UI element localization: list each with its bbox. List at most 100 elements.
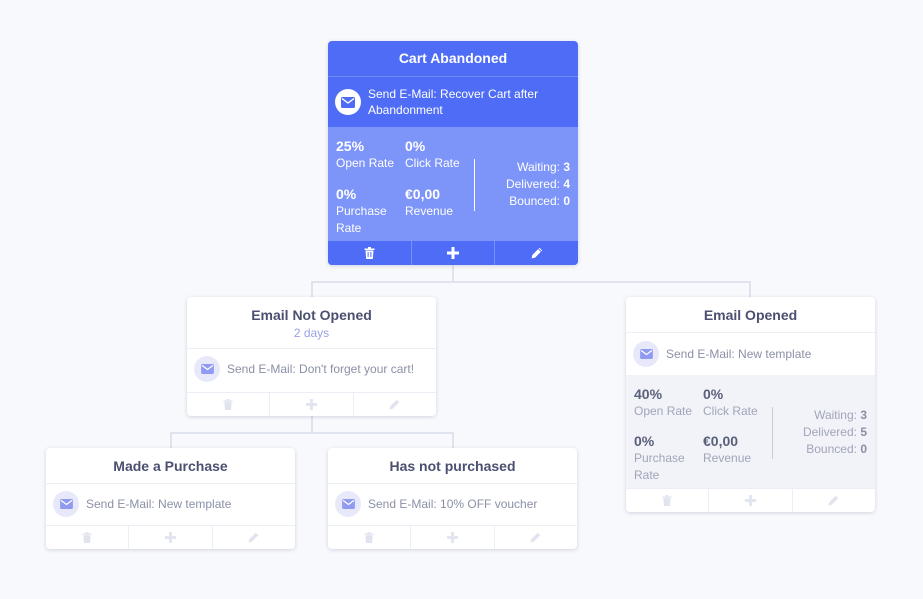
node-title: Has not purchased xyxy=(389,458,516,474)
action-label: Send E-Mail: New template xyxy=(666,347,812,361)
stat-open-rate: 25% Open Rate xyxy=(336,137,405,177)
node-has-not-purchased[interactable]: Has not purchased Send E-Mail: 10% OFF v… xyxy=(328,448,577,549)
delete-button[interactable] xyxy=(187,393,271,416)
node-title: Made a Purchase xyxy=(113,458,228,474)
add-button[interactable] xyxy=(270,393,354,416)
node-title: Cart Abandoned xyxy=(398,50,508,66)
waiting-stat: Waiting: 3 xyxy=(475,159,570,176)
node-made-a-purchase[interactable]: Made a Purchase Send E-Mail: New templat… xyxy=(46,448,295,549)
stat-label: Revenue xyxy=(405,203,454,218)
node-email-opened[interactable]: Email Opened Send E-Mail: New template 4… xyxy=(626,297,875,512)
plus-icon xyxy=(447,247,459,259)
node-header: Email Opened xyxy=(626,297,875,333)
stat-value: €0,00 xyxy=(703,433,739,449)
delete-button[interactable] xyxy=(328,241,412,265)
email-action[interactable]: Send E-Mail: New template xyxy=(46,484,295,524)
plus-icon xyxy=(446,532,458,543)
delivery-stats: Waiting: 3 Delivered: 4 Bounced: 0 xyxy=(474,159,570,211)
connector-to-opened xyxy=(749,281,751,297)
stat-value: 0% xyxy=(336,185,357,202)
email-action[interactable]: Send E-Mail: Recover Cart after Abandonm… xyxy=(328,77,578,127)
stat-label: Open Rate xyxy=(634,404,693,418)
delete-button[interactable] xyxy=(46,526,130,549)
stat-value: 40% xyxy=(634,386,663,402)
node-header: Email Not Opened 2 days xyxy=(187,297,436,349)
stat-value: 25% xyxy=(336,138,365,154)
node-email-not-opened[interactable]: Email Not Opened 2 days Send E-Mail: Don… xyxy=(187,297,436,416)
waiting-stat: Waiting: 3 xyxy=(773,407,867,424)
delivered-value: 5 xyxy=(860,425,867,439)
stat-value: 0% xyxy=(405,138,426,154)
waiting-label: Waiting: xyxy=(517,160,560,174)
trash-icon xyxy=(82,532,92,543)
action-label: Send E-Mail: New template xyxy=(86,497,232,511)
pencil-icon xyxy=(531,247,542,259)
plus-icon xyxy=(305,399,317,410)
edit-button[interactable] xyxy=(793,489,875,512)
trash-icon xyxy=(364,247,375,259)
edit-button[interactable] xyxy=(354,393,436,416)
email-action[interactable]: Send E-Mail: Don't forget your cart! xyxy=(187,349,436,389)
stat-label: Click Rate xyxy=(703,404,758,418)
delete-button[interactable] xyxy=(328,526,412,549)
add-button[interactable] xyxy=(129,526,213,549)
stat-revenue: €0,00 Revenue xyxy=(703,432,772,488)
waiting-label: Waiting: xyxy=(814,408,857,422)
bounced-label: Bounced: xyxy=(509,194,560,208)
action-label: Send E-Mail: Recover Cart after Abandonm… xyxy=(368,87,539,117)
edit-button[interactable] xyxy=(495,241,578,265)
trash-icon xyxy=(364,532,374,543)
pencil-icon xyxy=(389,399,400,410)
node-header: Cart Abandoned xyxy=(328,41,578,77)
node-title: Email Not Opened xyxy=(251,307,372,323)
delivered-stat: Delivered: 4 xyxy=(475,176,570,193)
email-icon xyxy=(335,491,361,517)
bounced-stat: Bounced: 0 xyxy=(475,193,570,210)
connector-level1-horizontal xyxy=(311,281,750,283)
stat-value: 0% xyxy=(703,386,724,402)
email-icon xyxy=(335,89,361,115)
node-toolbar xyxy=(187,392,436,416)
plus-icon xyxy=(744,495,756,506)
email-icon xyxy=(194,356,220,382)
node-header: Has not purchased xyxy=(328,448,577,484)
node-toolbar xyxy=(328,525,577,549)
add-button[interactable] xyxy=(411,526,495,549)
email-action[interactable]: Send E-Mail: New template xyxy=(626,333,875,375)
node-title: Email Opened xyxy=(703,307,798,323)
node-toolbar xyxy=(46,525,295,549)
stat-purchase-rate: 0% Purchase Rate xyxy=(634,432,703,488)
connector-level2-horizontal xyxy=(170,432,454,434)
add-button[interactable] xyxy=(412,241,496,265)
stats-panel: 40% Open Rate 0% Click Rate 0% Purchase … xyxy=(626,375,875,488)
trash-icon xyxy=(662,495,672,506)
email-action[interactable]: Send E-Mail: 10% OFF voucher xyxy=(328,484,577,524)
plus-icon xyxy=(164,532,176,543)
stat-purchase-rate: 0% Purchase Rate xyxy=(336,185,405,242)
pencil-icon xyxy=(828,495,839,506)
pencil-icon xyxy=(248,532,259,543)
node-cart-abandoned[interactable]: Cart Abandoned Send E-Mail: Recover Cart… xyxy=(328,41,578,265)
node-header: Made a Purchase xyxy=(46,448,295,484)
connector-root-down xyxy=(452,265,454,281)
stat-click-rate: 0% Click Rate xyxy=(405,137,474,177)
edit-button[interactable] xyxy=(213,526,295,549)
node-toolbar xyxy=(626,488,875,512)
add-button[interactable] xyxy=(709,489,793,512)
waiting-value: 3 xyxy=(563,160,570,174)
stat-label: Revenue xyxy=(703,451,752,465)
stat-label: Click Rate xyxy=(405,156,460,170)
delete-button[interactable] xyxy=(626,489,710,512)
connector-not-opened-down xyxy=(311,416,313,432)
stat-open-rate: 40% Open Rate xyxy=(634,385,703,424)
edit-button[interactable] xyxy=(495,526,577,549)
stat-label: Purchase Rate xyxy=(634,451,685,482)
stat-label: Open Rate xyxy=(336,156,395,170)
stats-grid: 25% Open Rate 0% Click Rate 0% Purchase … xyxy=(336,137,474,241)
delivered-stat: Delivered: 5 xyxy=(773,424,867,441)
bounced-stat: Bounced: 0 xyxy=(773,441,867,458)
stats-grid: 40% Open Rate 0% Click Rate 0% Purchase … xyxy=(634,385,772,488)
node-toolbar xyxy=(328,241,578,265)
stat-value: €0,00 xyxy=(405,185,441,202)
action-label: Send E-Mail: Don't forget your cart! xyxy=(227,362,415,376)
